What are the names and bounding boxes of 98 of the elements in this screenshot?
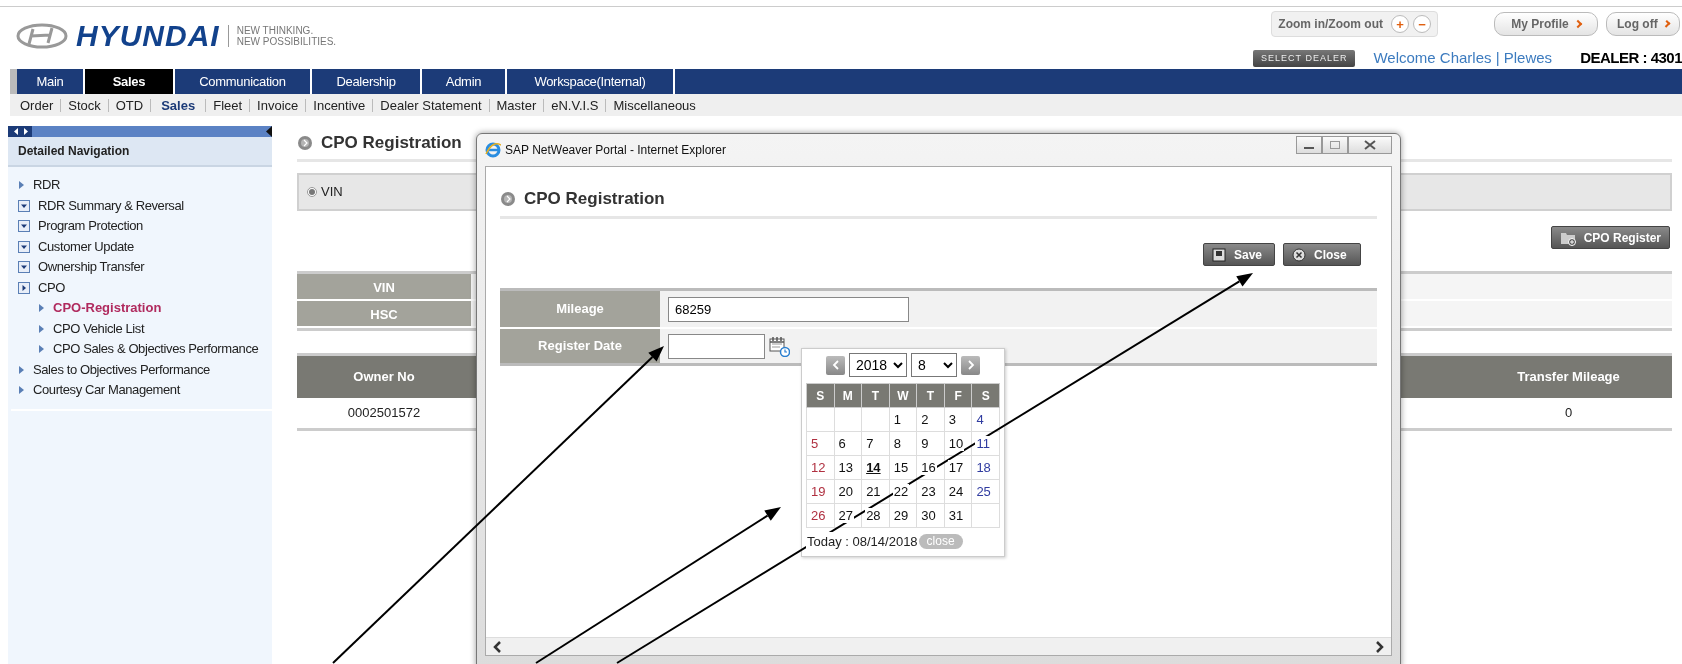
table-cell-text: 0	[1563, 404, 1574, 422]
panel-title: Detailed Navigation	[8, 137, 272, 167]
save-button[interactable]: Save	[1203, 243, 1275, 266]
column-header: Transfer Mileage	[1516, 368, 1621, 386]
next-month-button[interactable]	[961, 355, 980, 375]
expand-icon[interactable]	[18, 281, 30, 294]
zoom-label: Zoom in/Zoom out	[1278, 16, 1383, 33]
nav-tab[interactable]: Sales	[85, 69, 175, 94]
browser-icon	[485, 142, 501, 158]
select-dealer-button[interactable]: SELECT DEALER	[1253, 49, 1356, 67]
close-icon	[1292, 247, 1306, 262]
nav-item[interactable]: Program Protection	[38, 216, 143, 237]
page-title: CPO Registration	[321, 131, 462, 154]
radio-button[interactable]	[307, 187, 317, 197]
column-header: Owner No	[352, 368, 416, 386]
tagline: NEW THINKING.	[236, 25, 315, 36]
calendar-day[interactable]: 17	[947, 459, 965, 475]
previous-month-button[interactable]	[826, 355, 845, 375]
nav-item[interactable]: Customer Update	[38, 236, 134, 257]
radio-label: VIN	[321, 183, 343, 202]
arrow-icon	[38, 344, 45, 355]
arrow-icon	[18, 385, 25, 396]
tagline: NEW POSSIBILITIES.	[236, 36, 337, 47]
zoom-out-button[interactable]: −	[1413, 15, 1431, 33]
calendar-day[interactable]: 11	[975, 435, 991, 451]
input-field[interactable]	[668, 333, 765, 359]
nav-item[interactable]: CPO Sales & Objectives Performance	[53, 339, 259, 360]
sub-nav-link[interactable]: Incentive	[305, 98, 373, 112]
table-cell-text: 0002501572	[346, 404, 422, 422]
dealer-code: DEALER : 4301	[1580, 48, 1682, 68]
profile-button[interactable]: My Profile	[1494, 12, 1598, 36]
weekday-header: F	[944, 383, 972, 408]
register-button[interactable]: CPO Register	[1550, 226, 1670, 249]
weekday-header: W	[889, 383, 917, 408]
weekday-header: S	[806, 383, 835, 408]
nav-item[interactable]: CPO-Registration	[53, 298, 162, 319]
field-label: Mileage	[500, 291, 660, 327]
chevron-left-icon	[831, 360, 840, 370]
panel-toggle-icon[interactable]	[10, 126, 32, 137]
scroll-right-icon[interactable]	[1375, 640, 1385, 653]
collapse-icon[interactable]	[18, 261, 30, 274]
nav-item[interactable]: Courtesy Car Management	[33, 380, 180, 401]
month-dropdown[interactable]: 8	[911, 353, 957, 377]
zoom-in-button[interactable]: +	[1391, 15, 1409, 33]
arrow-icon	[38, 303, 45, 314]
close-window-button[interactable]	[1348, 136, 1392, 154]
sub-nav-link[interactable]: Dealer Statement	[372, 98, 489, 112]
sub-nav-link[interactable]: OTD	[107, 98, 151, 112]
maximize-icon	[1330, 141, 1340, 149]
sub-nav-link[interactable]: Invoice	[249, 98, 306, 112]
arrow-icon	[38, 323, 45, 334]
window-title: SAP NetWeaver Portal - Internet Explorer	[505, 142, 726, 159]
chevron-right-icon	[966, 360, 975, 370]
logo-icon	[16, 23, 68, 49]
calendar-day[interactable]: 28	[865, 507, 882, 523]
input-field[interactable]: 68259	[668, 296, 909, 322]
row-label: HSC	[297, 301, 471, 326]
calendar-icon[interactable]	[769, 335, 790, 357]
brand-logo-text: HYUNDAI	[76, 21, 220, 51]
weekday-header: M	[834, 383, 862, 408]
collapse-icon[interactable]	[18, 220, 30, 233]
nav-item[interactable]: RDR Summary & Reversal	[38, 195, 184, 216]
sub-nav-link[interactable]: Sales	[150, 98, 206, 112]
arrow-icon	[18, 180, 25, 191]
sub-nav-link[interactable]: Fleet	[205, 98, 250, 112]
row-label: VIN	[297, 274, 471, 299]
save-icon	[1212, 247, 1226, 262]
collapse-icon[interactable]	[18, 240, 30, 253]
calendar-day[interactable]: 22	[892, 483, 910, 499]
nav-item[interactable]: RDR	[33, 175, 60, 196]
scroll-left-icon[interactable]	[492, 640, 502, 653]
sub-nav-link[interactable]: Order	[20, 98, 61, 112]
nav-item[interactable]: CPO	[38, 277, 65, 298]
bullet-icon	[297, 134, 313, 151]
sub-nav-link[interactable]: Stock	[60, 98, 108, 112]
welcome-text: Welcome Charles | Plewes	[1373, 48, 1553, 68]
collapse-icon[interactable]	[18, 199, 30, 212]
sub-nav-link[interactable]: eN.V.I.S	[543, 98, 606, 112]
sub-nav-link[interactable]: Miscellaneous	[605, 98, 703, 112]
bullet-icon	[500, 190, 516, 207]
nav-item[interactable]: Sales to Objectives Performance	[33, 359, 210, 380]
collapse-panel-icon[interactable]	[266, 126, 272, 137]
nav-item[interactable]: CPO Vehicle List	[53, 318, 145, 339]
dialog-title: CPO Registration	[524, 187, 665, 210]
minimize-button[interactable]	[1296, 136, 1322, 154]
close-icon	[1364, 140, 1376, 150]
horizontal-scrollbar[interactable]	[486, 637, 1391, 655]
weekday-header: S	[971, 383, 1000, 408]
logoff-button[interactable]: Log off	[1606, 12, 1680, 36]
nav-item[interactable]: Ownership Transfer	[38, 257, 145, 278]
today-label: Today : 08/14/2018	[806, 532, 919, 552]
sub-nav-link[interactable]: Master	[488, 98, 544, 112]
arrow-icon	[18, 364, 25, 375]
field-label: Register Date	[500, 329, 660, 363]
weekday-header: T	[916, 383, 945, 408]
close-button[interactable]: Close	[1283, 243, 1361, 266]
weekday-header: T	[861, 383, 890, 408]
year-dropdown[interactable]: 2018	[849, 353, 907, 377]
